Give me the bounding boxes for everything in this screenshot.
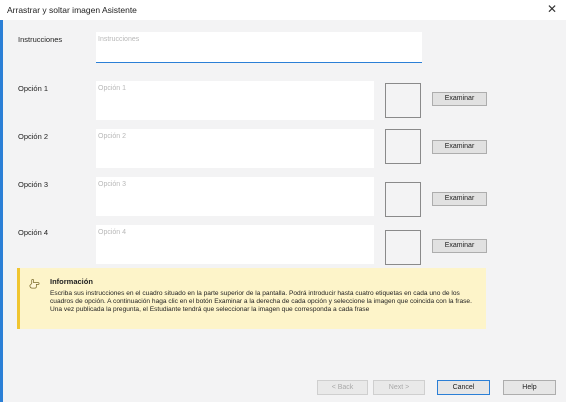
help-button[interactable]: Help bbox=[503, 380, 556, 395]
option-3-label: Opción 3 bbox=[18, 180, 49, 189]
option-2-browse-button[interactable]: Examinar bbox=[432, 140, 487, 154]
accent-strip bbox=[0, 20, 3, 402]
option-2-placeholder: Opción 2 bbox=[98, 133, 127, 140]
window-title: Arrastrar y soltar imagen Asistente bbox=[7, 5, 137, 15]
option-4-browse-button[interactable]: Examinar bbox=[432, 239, 487, 253]
info-text: Escriba sus instrucciones en el cuadro s… bbox=[50, 290, 472, 314]
instructions-field[interactable]: Instrucciones bbox=[96, 32, 422, 63]
option-1-placeholder: Opción 1 bbox=[98, 85, 127, 92]
option-4-field[interactable]: Opción 4 bbox=[96, 225, 374, 264]
option-2-image-box[interactable] bbox=[385, 129, 421, 164]
option-2-label: Opción 2 bbox=[18, 132, 49, 141]
option-3-field[interactable]: Opción 3 bbox=[96, 177, 374, 216]
option-3-image-box[interactable] bbox=[385, 182, 421, 217]
option-1-image-box[interactable] bbox=[385, 83, 421, 118]
wizard-window: Arrastrar y soltar imagen Asistente ✕ In… bbox=[0, 0, 566, 402]
option-3-browse-button[interactable]: Examinar bbox=[432, 192, 487, 206]
pointing-hand-icon bbox=[29, 279, 40, 289]
info-panel: Información Escriba sus instrucciones en… bbox=[17, 268, 486, 329]
instructions-label: Instrucciones bbox=[18, 35, 63, 44]
title-bar: Arrastrar y soltar imagen Asistente ✕ bbox=[0, 0, 566, 20]
close-icon[interactable]: ✕ bbox=[538, 0, 566, 20]
option-2-field[interactable]: Opción 2 bbox=[96, 129, 374, 168]
option-1-label: Opción 1 bbox=[18, 84, 49, 93]
option-3-placeholder: Opción 3 bbox=[98, 181, 127, 188]
option-4-image-box[interactable] bbox=[385, 230, 421, 265]
cancel-button[interactable]: Cancel bbox=[437, 380, 490, 395]
instructions-placeholder: Instrucciones bbox=[98, 36, 140, 43]
option-4-label: Opción 4 bbox=[18, 228, 49, 237]
option-1-field[interactable]: Opción 1 bbox=[96, 81, 374, 120]
next-button[interactable]: Next > bbox=[373, 380, 425, 395]
info-title: Información bbox=[50, 277, 93, 286]
back-button[interactable]: < Back bbox=[317, 380, 368, 395]
option-1-browse-button[interactable]: Examinar bbox=[432, 92, 487, 106]
option-4-placeholder: Opción 4 bbox=[98, 229, 127, 236]
